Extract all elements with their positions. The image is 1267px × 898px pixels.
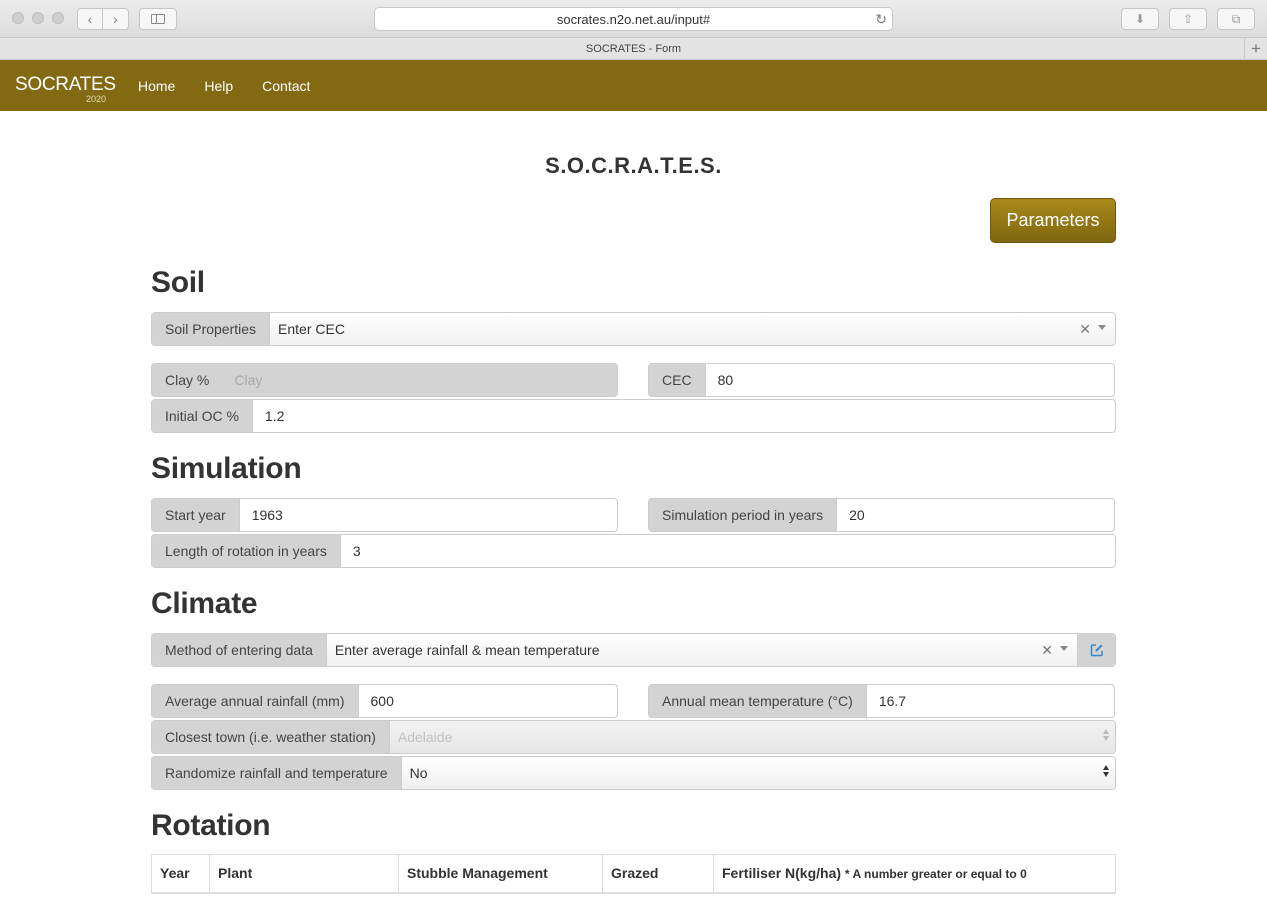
closest-town-select[interactable]: Adelaide: [389, 721, 1115, 753]
randomize-value: No: [409, 765, 428, 781]
climate-method-label: Method of entering data: [152, 634, 327, 666]
browser-toolbar: ‹ › socrates.n2o.net.au/input# ↻ ⬇ ⇧ ⧉: [0, 0, 1267, 38]
updown-arrows-icon: [1103, 765, 1109, 777]
soil-properties-value: Enter CEC: [278, 321, 345, 337]
browser-actions: ⬇ ⇧ ⧉: [1121, 8, 1255, 30]
clay-group: Clay % Clay: [151, 363, 618, 397]
column-header-grazed: Grazed: [602, 854, 714, 894]
clear-icon[interactable]: ✕: [1041, 642, 1053, 659]
sidebar-icon: [151, 14, 165, 24]
start-year-label: Start year: [152, 499, 240, 531]
rainfall-input[interactable]: 600: [359, 685, 618, 717]
closest-town-group: Closest town (i.e. weather station) Adel…: [151, 720, 1116, 754]
randomize-group: Randomize rainfall and temperature No: [151, 756, 1116, 790]
table-header-row: Year Plant Stubble Management Grazed Fer…: [151, 854, 1116, 894]
brand-logo[interactable]: SOCRATES: [15, 74, 116, 96]
column-header-plant: Plant: [209, 854, 399, 894]
history-nav: ‹ ›: [77, 8, 129, 30]
app-navbar: SOCRATES 2020 Home Help Contact: [0, 60, 1267, 111]
maximize-window-button[interactable]: [52, 12, 64, 24]
plus-icon: +: [1251, 38, 1261, 58]
climate-method-group: Method of entering data Enter average ra…: [151, 633, 1116, 667]
nav-link-help[interactable]: Help: [204, 78, 233, 94]
randomize-label: Randomize rainfall and temperature: [152, 757, 402, 789]
climate-heading: Climate: [151, 587, 258, 620]
close-window-button[interactable]: [12, 12, 24, 24]
start-year-group: Start year 1963: [151, 498, 618, 532]
caret-down-icon: [1060, 646, 1068, 651]
caret-down-icon: [1098, 325, 1106, 330]
cec-group: CEC 80: [648, 363, 1115, 397]
column-header-fertiliser: Fertiliser N(kg/ha) * A number greater o…: [713, 854, 1116, 894]
edit-climate-button[interactable]: [1077, 634, 1115, 666]
simulation-period-group: Simulation period in years 20: [648, 498, 1115, 532]
climate-method-value: Enter average rainfall & mean temperatur…: [334, 642, 600, 658]
cec-label: CEC: [649, 364, 706, 396]
download-icon: ⬇: [1134, 12, 1146, 26]
simulation-period-input[interactable]: 20: [837, 499, 1114, 531]
soil-heading: Soil: [151, 266, 205, 299]
temperature-group: Annual mean temperature (°C) 16.7: [648, 684, 1115, 718]
start-year-input[interactable]: 1963: [240, 499, 617, 531]
soil-properties-label: Soil Properties: [152, 313, 271, 345]
parameters-button[interactable]: Parameters: [990, 198, 1116, 243]
tab-bar: SOCRATES - Form +: [0, 38, 1267, 60]
minimize-window-button[interactable]: [32, 12, 44, 24]
simulation-heading: Simulation: [151, 452, 302, 485]
share-button[interactable]: ⇧: [1169, 8, 1207, 30]
updown-arrows-icon: [1103, 729, 1109, 741]
cec-input[interactable]: 80: [706, 364, 1114, 396]
brand-subtitle: 2020: [86, 94, 107, 104]
column-header-stubble: Stubble Management: [398, 854, 603, 894]
clay-input[interactable]: Clay: [222, 364, 617, 396]
closest-town-value: Adelaide: [397, 729, 453, 745]
chevron-right-icon: ›: [113, 11, 118, 27]
forward-button[interactable]: ›: [103, 8, 129, 30]
rainfall-group: Average annual rainfall (mm) 600: [151, 684, 618, 718]
rotation-length-input[interactable]: 3: [341, 535, 1115, 567]
randomize-select[interactable]: No: [401, 757, 1115, 789]
downloads-button[interactable]: ⬇: [1121, 8, 1159, 30]
fertiliser-header-label: Fertiliser N(kg/ha): [722, 865, 842, 882]
tabs-icon: ⧉: [1231, 11, 1241, 26]
nav-link-home[interactable]: Home: [138, 78, 175, 94]
temperature-label: Annual mean temperature (°C): [649, 685, 867, 717]
new-tab-button[interactable]: +: [1244, 38, 1267, 59]
share-icon: ⇧: [1182, 12, 1194, 26]
closest-town-label: Closest town (i.e. weather station): [152, 721, 390, 753]
climate-method-select[interactable]: Enter average rainfall & mean temperatur…: [326, 634, 1077, 666]
temperature-input[interactable]: 16.7: [867, 685, 1114, 717]
column-header-year: Year: [151, 854, 210, 894]
chevron-left-icon: ‹: [87, 11, 93, 27]
tabs-overview-button[interactable]: ⧉: [1217, 8, 1255, 30]
fertiliser-note: * A number greater or equal to 0: [844, 867, 1027, 882]
page-title: S.O.C.R.A.T.E.S.: [545, 153, 722, 178]
nav-link-contact[interactable]: Contact: [262, 78, 310, 94]
rotation-heading: Rotation: [151, 809, 271, 842]
url-text: socrates.n2o.net.au/input#: [556, 11, 711, 27]
window-controls: [12, 12, 64, 24]
back-button[interactable]: ‹: [77, 8, 103, 30]
clear-icon[interactable]: ✕: [1079, 321, 1091, 338]
sidebar-toggle-button[interactable]: [139, 8, 177, 30]
tab-title[interactable]: SOCRATES - Form: [586, 43, 681, 55]
initial-oc-label: Initial OC %: [152, 400, 253, 432]
simulation-period-label: Simulation period in years: [649, 499, 838, 531]
rotation-length-group: Length of rotation in years 3: [151, 534, 1116, 568]
clay-label: Clay %: [152, 364, 223, 396]
edit-icon: [1090, 644, 1103, 657]
rainfall-label: Average annual rainfall (mm): [152, 685, 359, 717]
reload-icon[interactable]: ↻: [875, 11, 887, 28]
rotation-length-label: Length of rotation in years: [152, 535, 341, 567]
initial-oc-input[interactable]: 1.2: [253, 400, 1115, 432]
address-bar[interactable]: socrates.n2o.net.au/input# ↻: [374, 7, 893, 31]
soil-properties-select[interactable]: Enter CEC ✕: [270, 313, 1115, 345]
initial-oc-group: Initial OC % 1.2: [151, 399, 1116, 433]
soil-properties-group: Soil Properties Enter CEC ✕: [151, 312, 1116, 346]
rotation-table: Year Plant Stubble Management Grazed Fer…: [151, 854, 1116, 894]
nav-links: Home Help Contact: [138, 60, 310, 111]
